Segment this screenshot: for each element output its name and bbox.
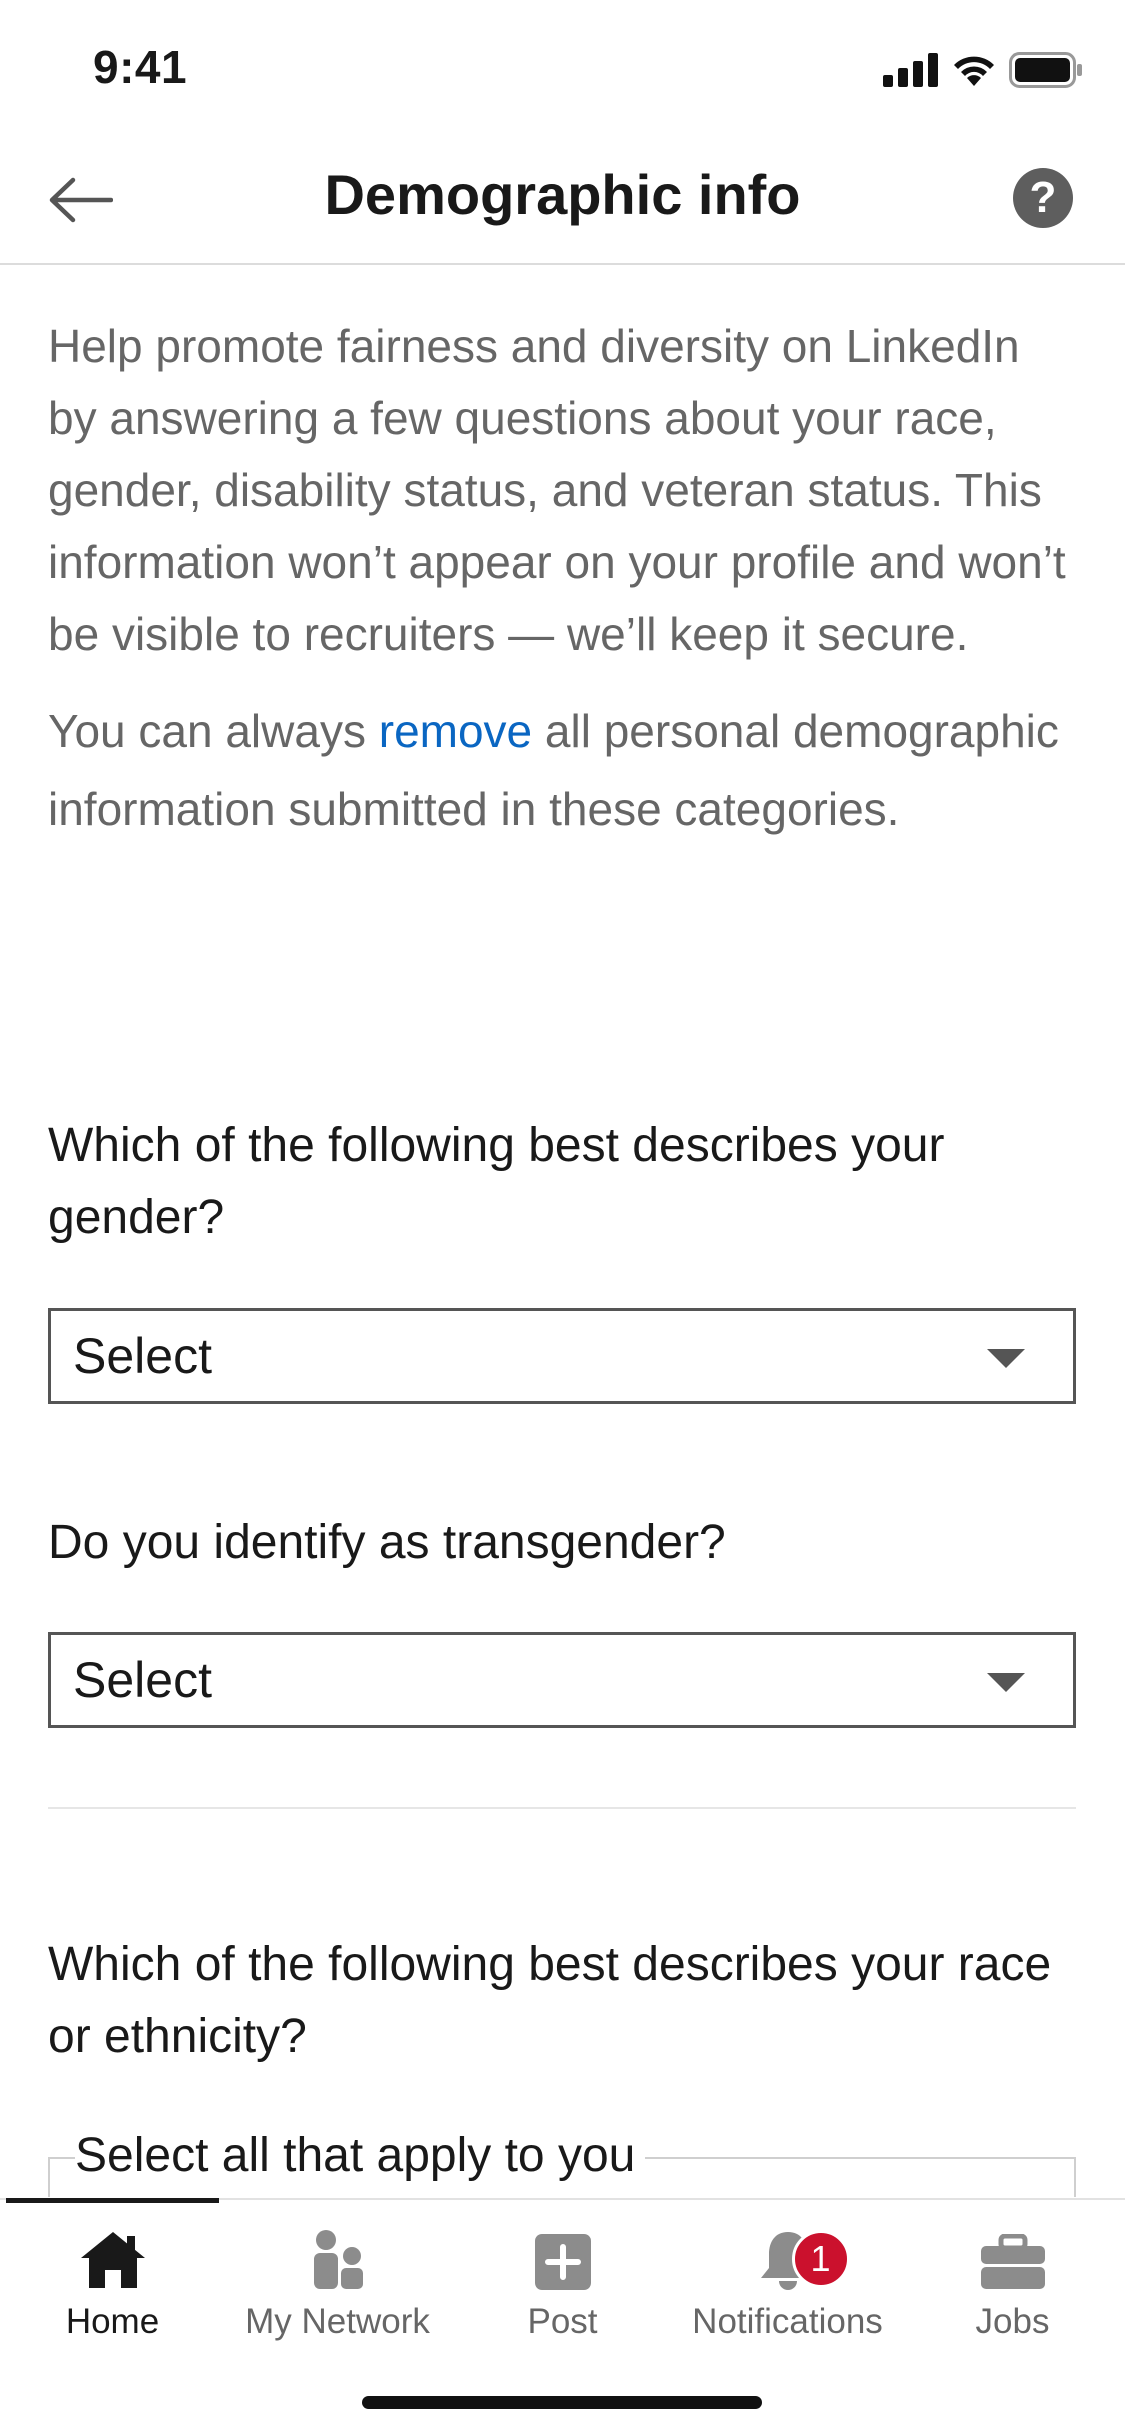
tab-jobs[interactable]: Jobs xyxy=(900,2200,1125,2350)
wifi-icon xyxy=(954,56,994,86)
navigation-bar: Demographic info ? xyxy=(0,140,1125,265)
tab-post-label: Post xyxy=(527,2302,598,2341)
transgender-select[interactable]: Select xyxy=(48,1632,1076,1728)
page-title: Demographic info xyxy=(324,163,801,226)
status-bar: 9:41 xyxy=(0,0,1125,140)
tab-post[interactable]: Post xyxy=(450,2200,675,2350)
transgender-select-value: Select xyxy=(73,1652,212,1708)
section-divider xyxy=(48,1807,1076,1809)
gender-select[interactable]: Select xyxy=(48,1308,1076,1404)
intro-text: Help promote fairness and diversity on L… xyxy=(48,320,1066,660)
gender-question: Which of the following best describes yo… xyxy=(48,1119,945,1244)
tab-home[interactable]: Home xyxy=(0,2200,225,2350)
home-indicator xyxy=(362,2396,762,2409)
transgender-question: Do you identify as transgender? xyxy=(48,1516,726,1569)
remove-info-text: You can always remove all personal demog… xyxy=(48,692,1078,848)
signal-icon xyxy=(883,53,938,87)
main-content: Help promote fairness and diversity on L… xyxy=(48,310,1078,848)
tab-my-network[interactable]: My Network xyxy=(225,2200,450,2350)
people-icon xyxy=(313,2230,363,2289)
briefcase-icon xyxy=(980,2234,1045,2289)
tab-notifications[interactable]: 1 Notifications xyxy=(675,2200,900,2350)
gender-select-value: Select xyxy=(73,1328,212,1384)
battery-icon xyxy=(1009,52,1082,88)
notification-badge: 1 xyxy=(791,2230,850,2288)
tab-jobs-label: Jobs xyxy=(975,2302,1050,2341)
help-icon: ? xyxy=(1029,173,1057,222)
tab-notifications-label: Notifications xyxy=(692,2302,883,2341)
status-time: 9:41 xyxy=(93,41,188,93)
dropdown-caret-icon xyxy=(987,1349,1025,1368)
dropdown-caret-icon xyxy=(987,1673,1025,1692)
remove-text-before: You can always xyxy=(48,705,379,757)
race-question: Which of the following best describes yo… xyxy=(48,1938,1052,2063)
status-icons xyxy=(883,50,1083,90)
remove-link[interactable]: remove xyxy=(379,705,532,757)
plus-square-icon xyxy=(534,2234,591,2290)
tab-home-label: Home xyxy=(65,2302,160,2341)
help-button[interactable]: ? xyxy=(1013,168,1073,228)
home-icon xyxy=(80,2232,145,2288)
tab-my-network-label: My Network xyxy=(245,2302,430,2341)
race-options-hint: Select all that apply to you xyxy=(75,2128,646,2183)
